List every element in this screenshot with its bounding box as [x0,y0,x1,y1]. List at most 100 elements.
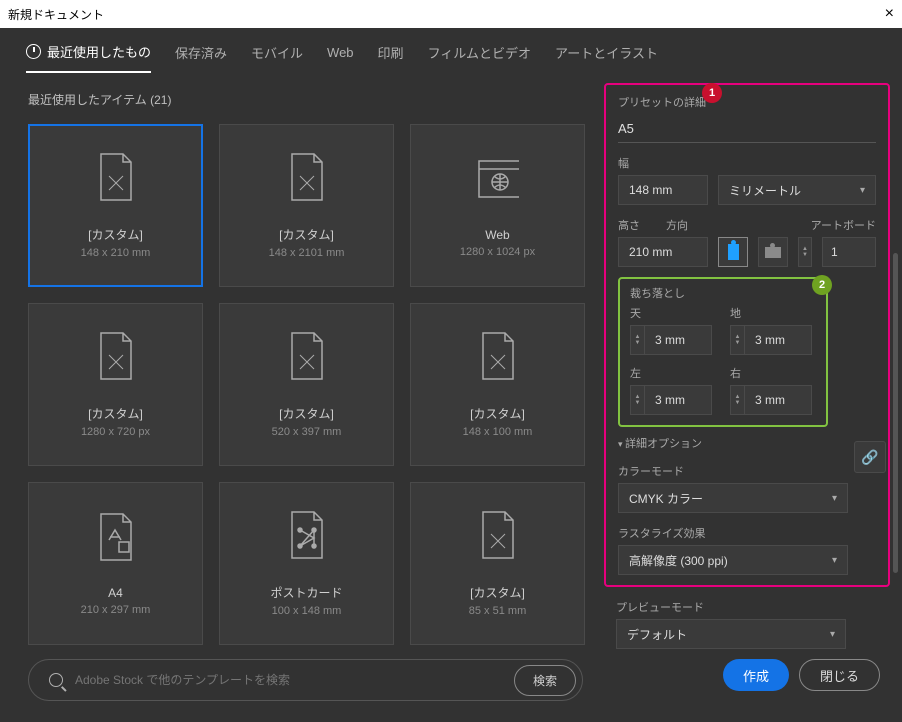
preset-label: [カスタム] [88,226,143,243]
colormode-value: CMYK カラー [629,490,703,507]
preset-title: プリセットの詳細 [618,97,706,109]
preset-card[interactable]: [カスタム]520 x 397 mm [219,303,394,466]
bleed-left-label: 左 [630,365,716,381]
preset-icon [286,331,328,381]
preview-label: プレビューモード [616,599,890,615]
height-label: 高さ [618,217,640,233]
tab-recent[interactable]: 最近使用したもの [26,42,151,73]
orientation-portrait[interactable] [718,237,748,267]
preset-dimensions: 148 x 210 mm [81,247,151,259]
close-icon[interactable]: × [885,5,894,23]
preset-label: ポストカード [270,584,342,601]
bleed-stepper[interactable]: ▲▼ [630,385,644,415]
preset-card[interactable]: ポストカード 100 x 148 mm [219,482,394,645]
close-button[interactable]: 閉じる [799,659,880,691]
preset-icon [95,512,137,562]
bleed-section: 2 裁ち落とし 天▲▼3 mm 地▲▼3 mm 左▲▼3 mm 右▲▼3 mm [618,277,828,427]
unit-value: ミリメートル [729,182,801,199]
width-label: 幅 [618,155,876,171]
preset-grid: [カスタム]148 x 210 mm[カスタム]148 x 2101 mmWeb… [28,124,588,645]
preset-icon [286,152,328,202]
search-bar: 検索 [28,659,583,701]
width-field[interactable]: 148 mm [618,175,708,205]
tab-mobile[interactable]: モバイル [251,43,303,72]
search-input[interactable] [75,673,502,687]
preset-dimensions: 1280 x 720 px [81,426,150,438]
bleed-right-label: 右 [730,365,816,381]
advanced-options-toggle[interactable]: 詳細オプション [618,435,876,451]
artboard-stepper[interactable]: ▲▼ [798,237,812,267]
landscape-icon [765,247,781,258]
raster-label: ラスタライズ効果 [618,525,876,541]
bleed-bottom-label: 地 [730,305,816,321]
preset-details-panel: プリセットの詳細 1 幅 148 mm ミリメートル▾ 高さ 方向 アートボード… [604,83,890,587]
preset-label: A4 [108,586,123,600]
clock-icon [26,44,41,59]
category-tabs: 最近使用したもの 保存済み モバイル Web 印刷 フィルムとビデオ アートとイ… [0,28,902,73]
bleed-stepper[interactable]: ▲▼ [730,325,744,355]
link-bleed-button[interactable]: 🔗 [854,441,886,473]
portrait-icon [728,244,739,260]
window-title: 新規ドキュメント [8,6,104,23]
tab-art[interactable]: アートとイラスト [555,43,658,72]
raster-value: 高解像度 (300 ppi) [629,552,728,569]
preset-card[interactable]: [カスタム]148 x 2101 mm [219,124,394,287]
preset-dimensions: 85 x 51 mm [469,605,526,617]
preset-card[interactable]: [カスタム] 85 x 51 mm [410,482,585,645]
orientation-landscape[interactable] [758,237,788,267]
preset-icon [477,331,519,381]
colormode-label: カラーモード [618,463,876,479]
preset-label: [カスタム] [470,584,525,601]
preset-name-input[interactable] [618,111,876,143]
bleed-bottom[interactable]: 3 mm [744,325,812,355]
chevron-down-icon: ▾ [860,185,865,196]
preset-card[interactable]: [カスタム] 1280 x 720 px [28,303,203,466]
chevron-down-icon: ▾ [832,555,837,566]
preset-dimensions: 148 x 100 mm [463,426,533,438]
preset-icon [477,154,519,204]
tab-label: 最近使用したもの [47,42,151,61]
preset-label: [カスタム] [470,405,525,422]
annotation-2: 2 [812,275,832,295]
preset-card[interactable]: [カスタム] 148 x 210 mm [28,124,203,287]
preset-card[interactable]: [カスタム] 148 x 100 mm [410,303,585,466]
colormode-dropdown[interactable]: CMYK カラー▾ [618,483,848,513]
artboard-label: アートボード [811,217,876,233]
height-field[interactable]: 210 mm [618,237,708,267]
tab-film[interactable]: フィルムとビデオ [428,43,531,72]
preset-label: Web [485,228,509,242]
scrollbar[interactable] [893,253,898,573]
bleed-right[interactable]: 3 mm [744,385,812,415]
preset-dimensions: 100 x 148 mm [272,605,342,617]
tab-web[interactable]: Web [327,45,354,70]
preview-dropdown[interactable]: デフォルト▾ [616,619,846,649]
preset-icon [95,331,137,381]
raster-dropdown[interactable]: 高解像度 (300 ppi) ▾ [618,545,848,575]
bleed-title: 裁ち落とし [630,285,816,301]
preset-card[interactable]: Web 1280 x 1024 px [410,124,585,287]
preset-dimensions: 1280 x 1024 px [460,246,535,258]
search-button[interactable]: 検索 [514,665,576,696]
tab-print[interactable]: 印刷 [378,43,404,72]
bleed-left[interactable]: 3 mm [644,385,712,415]
chevron-down-icon: ▾ [830,629,835,640]
preset-icon [286,510,328,560]
annotation-1: 1 [702,83,722,103]
create-button[interactable]: 作成 [723,659,789,691]
preset-dimensions: 148 x 2101 mm [269,247,345,259]
bleed-stepper[interactable]: ▲▼ [630,325,644,355]
search-icon [49,673,63,687]
unit-dropdown[interactable]: ミリメートル ▾ [718,175,876,205]
titlebar: 新規ドキュメント × [0,0,902,28]
preset-label: [カスタム] [88,405,143,422]
bleed-top-label: 天 [630,305,716,321]
recent-items-title: 最近使用したアイテム (21) [28,91,598,108]
preset-icon [95,152,137,202]
preset-dimensions: 520 x 397 mm [272,426,342,438]
preset-icon [477,510,519,560]
bleed-stepper[interactable]: ▲▼ [730,385,744,415]
preset-card[interactable]: A4210 x 297 mm [28,482,203,645]
bleed-top[interactable]: 3 mm [644,325,712,355]
artboard-count[interactable] [822,237,876,267]
tab-saved[interactable]: 保存済み [175,43,227,72]
